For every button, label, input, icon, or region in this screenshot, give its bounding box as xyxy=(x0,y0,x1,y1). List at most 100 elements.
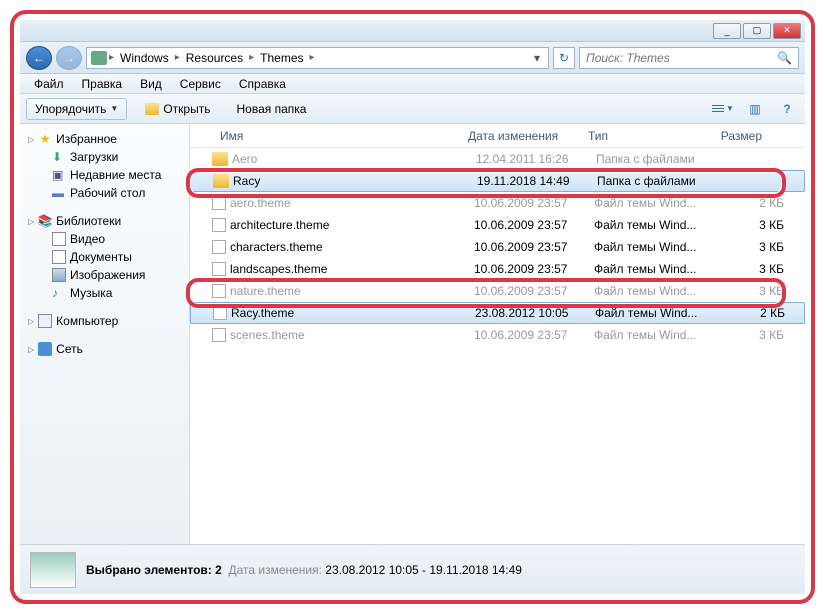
sidebar-item-recent[interactable]: ▣Недавние места xyxy=(22,166,187,184)
status-date-value: 23.08.2012 10:05 - 19.11.2018 14:49 xyxy=(325,563,522,577)
col-type[interactable]: Тип xyxy=(580,129,710,143)
maximize-button[interactable]: ▢ xyxy=(743,23,771,39)
computer-icon xyxy=(91,51,107,65)
folder-open-icon xyxy=(145,103,159,115)
file-row[interactable]: Racy.theme23.08.2012 10:05Файл темы Wind… xyxy=(190,302,805,324)
file-row[interactable]: scenes.theme10.06.2009 23:57Файл темы Wi… xyxy=(190,324,805,346)
sidebar-item-videos[interactable]: Видео xyxy=(22,230,187,248)
chevron-right-icon: ▸ xyxy=(175,52,180,63)
sidebar-network-group: ▷ Сеть xyxy=(22,340,187,358)
sidebar-item-computer[interactable]: ▷ Компьютер xyxy=(22,312,187,330)
refresh-button[interactable]: ↻ xyxy=(553,47,575,69)
file-icon xyxy=(213,306,227,320)
file-type: Файл темы Wind... xyxy=(594,196,724,210)
file-type: Файл темы Wind... xyxy=(594,240,724,254)
close-button[interactable]: ✕ xyxy=(773,23,801,39)
minimize-button[interactable]: _ xyxy=(713,23,741,39)
preview-pane-button[interactable]: ▥ xyxy=(743,99,767,119)
file-icon xyxy=(212,240,226,254)
file-date: 10.06.2009 23:57 xyxy=(474,240,594,254)
open-label: Открыть xyxy=(163,102,210,116)
sidebar-item-network[interactable]: ▷ Сеть xyxy=(22,340,187,358)
col-name[interactable]: Имя xyxy=(212,129,460,143)
menu-help[interactable]: Справка xyxy=(231,75,294,93)
toolbar-right: ▼ ▥ ? xyxy=(711,99,799,119)
file-size: 3 КБ xyxy=(724,262,784,276)
address-dropdown-icon[interactable]: ▾ xyxy=(530,51,544,65)
file-name: Racy xyxy=(233,174,477,188)
collapse-icon: ▷ xyxy=(28,217,34,226)
organize-label: Упорядочить xyxy=(35,102,106,116)
menu-bar: Файл Правка Вид Сервис Справка xyxy=(20,74,805,94)
col-date[interactable]: Дата изменения xyxy=(460,129,580,143)
network-icon xyxy=(38,342,52,356)
search-box[interactable]: 🔍 xyxy=(579,47,799,69)
new-folder-button[interactable]: Новая папка xyxy=(228,99,314,119)
libraries-header[interactable]: ▷ 📚 Библиотеки xyxy=(22,212,187,230)
status-date-label: Дата изменения: xyxy=(228,563,322,577)
file-type: Файл темы Wind... xyxy=(594,218,724,232)
search-input[interactable] xyxy=(586,51,777,65)
file-row[interactable]: characters.theme10.06.2009 23:57Файл тем… xyxy=(190,236,805,258)
file-icon xyxy=(212,284,226,298)
file-icon xyxy=(212,218,226,232)
file-name: aero.theme xyxy=(230,196,474,210)
crumb-resources[interactable]: Resources xyxy=(182,51,247,65)
file-icon xyxy=(212,262,226,276)
help-button[interactable]: ? xyxy=(775,99,799,119)
nav-forward-button[interactable]: → xyxy=(56,46,82,70)
file-type: Файл темы Wind... xyxy=(594,284,724,298)
menu-tools[interactable]: Сервис xyxy=(172,75,229,93)
recent-icon: ▣ xyxy=(52,168,66,182)
folder-icon xyxy=(212,152,228,166)
file-row[interactable]: aero.theme10.06.2009 23:57Файл темы Wind… xyxy=(190,192,805,214)
sidebar-item-music[interactable]: ♪Музыка xyxy=(22,284,187,302)
address-bar[interactable]: ▸ Windows ▸ Resources ▸ Themes ▸ ▾ xyxy=(86,47,549,69)
file-row[interactable]: Aero12.04.2011 16:26Папка с файлами xyxy=(190,148,805,170)
file-date: 10.06.2009 23:57 xyxy=(474,196,594,210)
sidebar-favorites: ▷ ★ Избранное ⬇Загрузки ▣Недавние места … xyxy=(22,130,187,202)
sidebar-item-downloads[interactable]: ⬇Загрузки xyxy=(22,148,187,166)
file-row[interactable]: Racy19.11.2018 14:49Папка с файлами xyxy=(190,170,805,192)
file-name: architecture.theme xyxy=(230,218,474,232)
main-area: ▷ ★ Избранное ⬇Загрузки ▣Недавние места … xyxy=(20,124,805,544)
selection-thumbnail xyxy=(30,552,76,588)
sidebar-computer-group: ▷ Компьютер xyxy=(22,312,187,330)
sidebar-item-documents[interactable]: Документы xyxy=(22,248,187,266)
image-icon xyxy=(52,268,66,282)
file-date: 10.06.2009 23:57 xyxy=(474,262,594,276)
chevron-right-icon: ▸ xyxy=(109,52,114,63)
collapse-icon: ▷ xyxy=(28,345,34,354)
nav-bar: ← → ▸ Windows ▸ Resources ▸ Themes ▸ ▾ ↻… xyxy=(20,42,805,74)
status-info: Выбрано элементов: 2 Дата изменения: 23.… xyxy=(86,563,522,577)
organize-button[interactable]: Упорядочить ▼ xyxy=(26,98,127,120)
file-name: nature.theme xyxy=(230,284,474,298)
menu-view[interactable]: Вид xyxy=(132,75,170,93)
file-list: Имя Дата изменения Тип Размер Aero12.04.… xyxy=(190,124,805,544)
file-row[interactable]: architecture.theme10.06.2009 23:57Файл т… xyxy=(190,214,805,236)
file-date: 10.06.2009 23:57 xyxy=(474,328,594,342)
open-button[interactable]: Открыть xyxy=(137,99,218,119)
explorer-window: _ ▢ ✕ ← → ▸ Windows ▸ Resources ▸ Themes… xyxy=(20,20,805,594)
sidebar-item-desktop[interactable]: ▬Рабочий стол xyxy=(22,184,187,202)
column-headers: Имя Дата изменения Тип Размер xyxy=(190,124,805,148)
file-type: Файл темы Wind... xyxy=(594,328,724,342)
outer-highlight: _ ▢ ✕ ← → ▸ Windows ▸ Resources ▸ Themes… xyxy=(10,10,815,604)
nav-back-button[interactable]: ← xyxy=(26,46,52,70)
crumb-themes[interactable]: Themes xyxy=(256,51,307,65)
file-rows: Aero12.04.2011 16:26Папка с файламиRacy1… xyxy=(190,148,805,544)
view-mode-button[interactable]: ▼ xyxy=(711,99,735,119)
favorites-header[interactable]: ▷ ★ Избранное xyxy=(22,130,187,148)
sidebar: ▷ ★ Избранное ⬇Загрузки ▣Недавние места … xyxy=(20,124,190,544)
file-type: Файл темы Wind... xyxy=(595,306,725,320)
computer-icon xyxy=(38,314,52,328)
col-size[interactable]: Размер xyxy=(710,129,770,143)
file-row[interactable]: landscapes.theme10.06.2009 23:57Файл тем… xyxy=(190,258,805,280)
menu-edit[interactable]: Правка xyxy=(74,75,131,93)
sidebar-item-pictures[interactable]: Изображения xyxy=(22,266,187,284)
menu-file[interactable]: Файл xyxy=(26,75,72,93)
file-row[interactable]: nature.theme10.06.2009 23:57Файл темы Wi… xyxy=(190,280,805,302)
file-size: 2 КБ xyxy=(724,196,784,210)
file-name: Aero xyxy=(232,152,476,166)
crumb-windows[interactable]: Windows xyxy=(116,51,173,65)
